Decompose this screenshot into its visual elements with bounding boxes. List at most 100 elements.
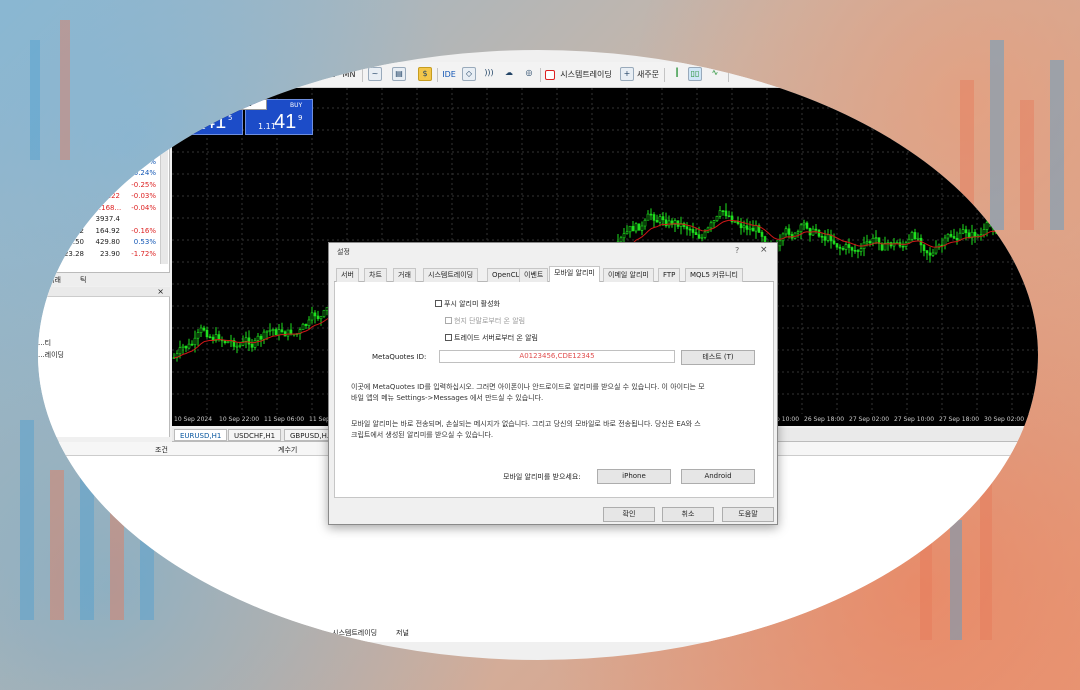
algo-trading-button[interactable]: 시스템트레이딩 [558,68,614,82]
signal-icon[interactable]: ))) [482,67,496,81]
market-watch-bid: ...35216 [58,192,87,200]
candle-body [925,250,929,254]
close-icon[interactable]: × [760,245,768,255]
market-watch-ask: 164.92 [95,226,121,235]
market-watch-row[interactable]: 428.50 429.80 0.53% [38,237,170,248]
candle-body [781,233,785,242]
candle-body [319,316,323,320]
line-chart-icon[interactable]: ∿ [708,67,722,81]
tab-algo-trading[interactable]: 시스템트레이딩 [332,628,377,638]
tab-expert-advisors[interactable]: 시스템트레이딩 [423,268,479,282]
market-watch-panel: 0.08% 0.02% ...260 0.41% ...01407 0.10% ...334… [38,88,170,278]
dialog-title: 설정 [337,248,350,256]
zoom-in-icon[interactable]: ⊕ [733,67,747,81]
lot-size-input[interactable]: 0.01 [221,99,267,110]
navigator-item[interactable]: ...레이딩 [38,350,64,360]
market-watch-row[interactable]: 3936.7 3937.4 [38,214,170,225]
new-order-button[interactable]: 새주문 [636,68,660,82]
metatrader-window: H1 H4 D1 W1 MN ~ ▤ $ IDE ◇ ))) ☁ ◎ 시스템트레… [38,50,1038,660]
cancel-button[interactable]: 취소 [662,507,714,522]
tab-ftp[interactable]: FTP [658,268,681,282]
chart-tab-usdchf[interactable]: USDCHF,H1 [228,429,282,441]
timeframe-h1-button[interactable]: H1 [260,68,276,82]
market-watch-row[interactable]: 0.08% [38,122,170,133]
help-icon[interactable]: ? [735,246,739,255]
tile-windows-icon[interactable]: ⊞ [773,67,787,81]
profiles-icon[interactable]: $ [418,67,432,81]
candle-body [655,220,659,223]
market-watch-row[interactable]: 0.63347 -0.25% [38,180,170,191]
vps-icon[interactable]: ◎ [522,67,536,81]
time-axis-label: 27 Sep 10:00 [894,416,935,423]
time-axis-label: 10 Sep 22:00 [219,416,260,423]
metaquotes-id-input[interactable]: A0123456,CDE12345 [439,350,675,363]
indicators-icon[interactable]: ~ [368,67,382,81]
timeframe-mn-button[interactable]: MN [340,68,358,82]
market-watch-change: -0.03% [131,192,156,200]
market-watch-bid: 428.50 [59,238,85,246]
candle-body [901,245,905,248]
tab-events[interactable]: 이벤트 [519,268,549,282]
chart-tab-eurusd[interactable]: EURUSD,H1 [174,429,228,441]
android-button[interactable]: Android [681,469,755,484]
candle-body [226,341,230,344]
navigator-item[interactable]: ...티 [38,338,51,348]
candle-body [856,250,860,252]
candle-body [760,232,764,237]
tab-ticks[interactable]: 틱 [80,275,86,285]
market-watch-ask: 10.168... [90,203,122,212]
market-watch-scrollbar[interactable] [160,124,168,264]
close-icon[interactable]: × [157,287,164,296]
cloud-icon[interactable]: ☁ [502,67,516,81]
market-watch-row[interactable]: 161.42 164.92 -0.16% [38,226,170,237]
candle-body [280,329,284,332]
candle-body [646,213,650,221]
ide-button[interactable]: IDE [442,68,456,82]
market-watch-row[interactable]: 23.28 23.90 -1.72% [38,249,170,260]
market-watch-row[interactable]: ...35216 1.35222 -0.03% [38,191,170,202]
tab-notifications[interactable]: 모바일 알리미 [549,266,600,282]
market-watch-row[interactable]: ...01407 0.10% [38,157,170,168]
candle-body [913,232,917,240]
candle-body [739,223,743,229]
timeframe-w1-button[interactable]: W1 [321,68,337,82]
candle-body [223,340,227,344]
enable-push-checkbox[interactable]: 푸시 알리미 활성화 [435,300,500,309]
new-order-icon[interactable]: + [620,67,634,81]
candle-body [634,223,638,232]
timeframe-d1-button[interactable]: D1 [301,68,317,82]
tab-trade[interactable]: 거래 [48,275,61,285]
tab-mql5-community[interactable]: MQL5 커뮤니티 [685,268,743,282]
bar-chart-icon[interactable]: ┃ [670,67,684,81]
cube-icon[interactable]: ◇ [462,67,476,81]
tab-charts[interactable]: 차트 [364,268,387,282]
zoom-out-icon[interactable]: ⊖ [753,67,767,81]
candle-body [853,250,857,252]
templates-icon[interactable]: ▤ [392,67,406,81]
market-watch-row[interactable]: ...334 0.69305 0.24% [38,168,170,179]
terminal-notifications-checkbox[interactable]: 현지 단말로부터 온 알림 [445,317,525,326]
tab-server[interactable]: 서버 [336,268,359,282]
help-button[interactable]: 도움말 [722,507,774,522]
tab-trade[interactable]: 거래 [393,268,416,282]
candle-body [1036,232,1038,238]
test-button[interactable]: 테스트 (T) [681,350,755,365]
iphone-button[interactable]: iPhone [597,469,671,484]
candle-body [181,345,185,348]
market-watch-row[interactable]: 0.02% [38,134,170,145]
toolbar-separator [362,68,363,82]
navigator-item[interactable]: 5 [38,301,42,309]
market-watch-ask: 1.35222 [91,192,120,200]
candle-body [964,229,968,234]
chart-title: ...(USD, H1): Euro vs US Dollar [178,90,270,97]
ok-button[interactable]: 확인 [603,507,655,522]
server-notifications-checkbox[interactable]: 트레이드 서버로부터 온 알림 [445,334,538,343]
timeframe-h4-button[interactable]: H4 [281,68,297,82]
market-watch-row[interactable]: ...0.156... 10.168... -0.04% [38,203,170,214]
candlestick-icon[interactable]: ▯▯ [688,67,702,81]
market-watch-row[interactable]: ...260 0.41% [38,145,170,156]
algo-trading-icon[interactable] [545,70,555,80]
tab-email[interactable]: 이메일 알리미 [603,268,654,282]
tab-journal[interactable]: 저널 [396,628,409,638]
candle-body [910,232,914,240]
